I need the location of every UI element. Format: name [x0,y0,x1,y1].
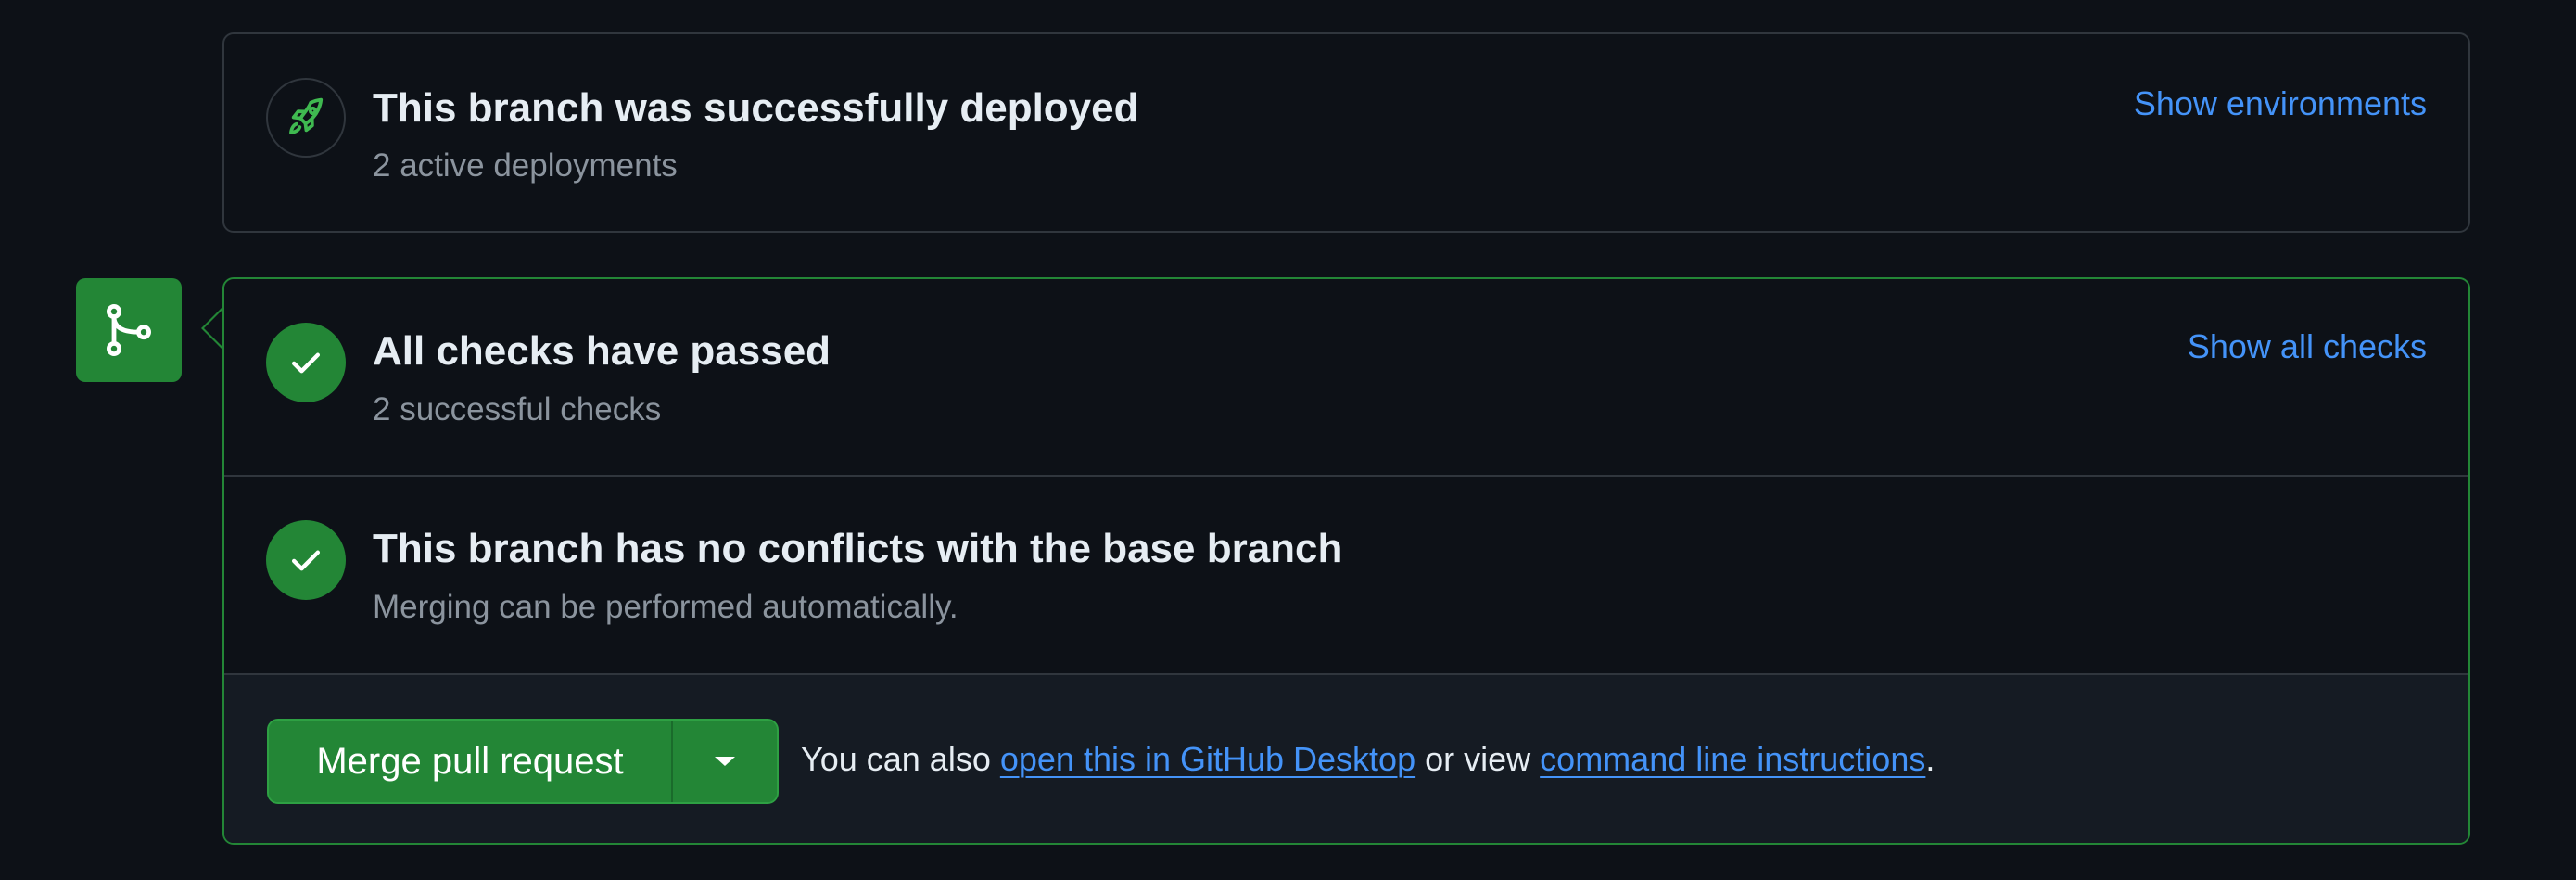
caret-down-icon [715,757,735,766]
command-line-instructions-link[interactable]: command line instructions [1540,740,1925,778]
show-environments-link[interactable]: Show environments [2134,84,2427,123]
conflicts-status-badge [266,520,346,600]
conflicts-title: This branch has no conflicts with the ba… [373,526,1343,571]
merge-status-badge [76,278,182,382]
conflicts-subtitle: Merging can be performed automatically. [373,589,958,625]
badge-pointer-fill [204,308,224,349]
merge-hint-middle: or view [1425,740,1531,778]
checks-status-badge [266,323,346,402]
show-all-checks-link[interactable]: Show all checks [2188,327,2427,366]
checks-title: All checks have passed [373,328,831,374]
merge-button-group: Merge pull request [267,719,779,804]
merge-hint-prefix: You can also [801,740,991,778]
conflicts-section: This branch has no conflicts with the ba… [224,477,2468,675]
merge-action-section: Merge pull request You can also open thi… [224,675,2468,843]
merge-pull-request-button[interactable]: Merge pull request [269,721,673,802]
checks-subtitle: 2 successful checks [373,391,662,427]
merge-options-dropdown-button[interactable] [673,721,777,802]
merge-hint-text: You can also open this in GitHub Desktop… [801,740,1935,779]
deployment-title: This branch was successfully deployed [373,85,1139,131]
check-icon [291,352,321,374]
merge-box: All checks have passed 2 successful chec… [222,277,2470,845]
deployment-icon-badge [266,78,346,158]
deployment-status-box: This branch was successfully deployed 2 … [222,32,2470,233]
check-icon [291,550,321,571]
rocket-icon [289,97,324,134]
checks-section: All checks have passed 2 successful chec… [224,279,2468,477]
merge-hint-suffix: . [1925,740,1935,778]
open-in-github-desktop-link[interactable]: open this in GitHub Desktop [1000,740,1415,778]
deployment-subtitle: 2 active deployments [373,147,678,184]
git-merge-icon [107,304,151,356]
